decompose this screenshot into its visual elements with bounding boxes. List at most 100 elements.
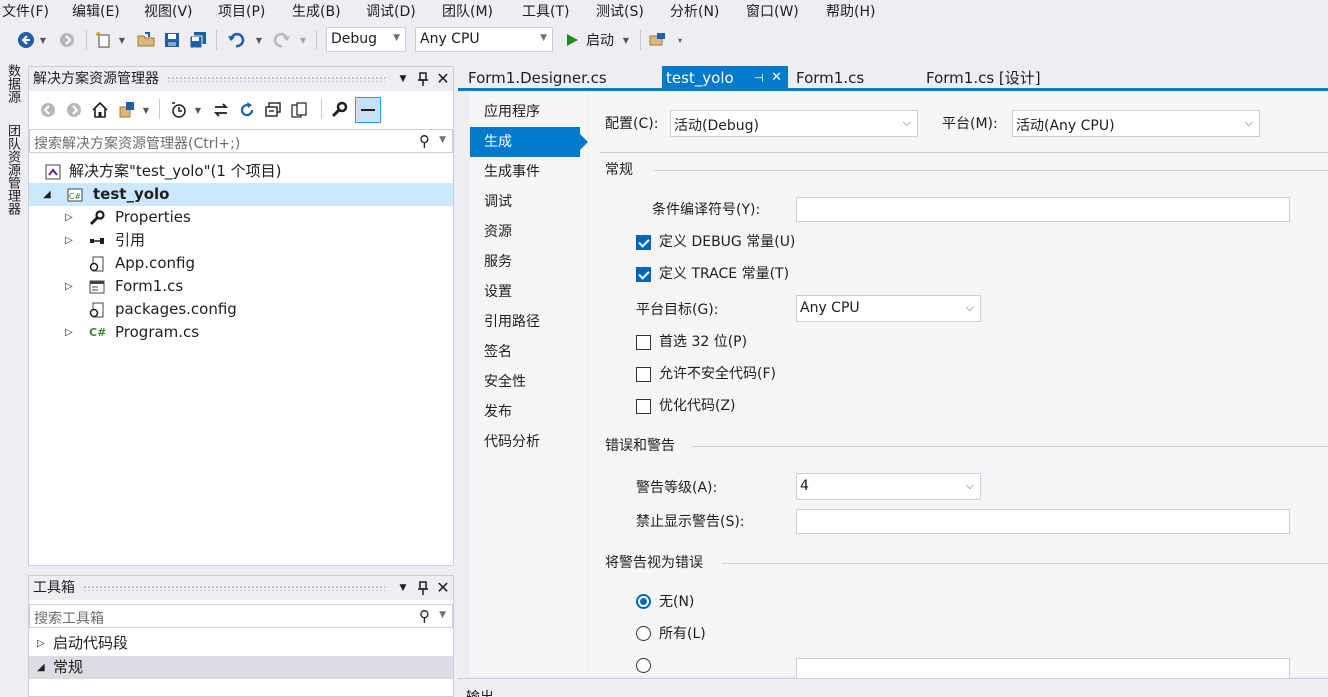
toolbox-group-startup-snippets[interactable]: ▷ 启动代码段 (29, 632, 453, 655)
treat-warnings-specific-radio[interactable] (636, 658, 651, 673)
home-icon[interactable] (89, 99, 111, 121)
optimize-code-checkbox[interactable] (636, 399, 651, 414)
save-icon[interactable] (160, 29, 184, 51)
chevron-down-icon[interactable]: ▼ (254, 29, 264, 51)
forward-icon[interactable] (63, 99, 85, 121)
menu-view[interactable]: 视图(V) (144, 3, 193, 21)
menu-analyze[interactable]: 分析(N) (670, 3, 719, 21)
tree-item-packages-config[interactable]: packages.config (29, 298, 453, 321)
menu-test[interactable]: 测试(S) (596, 3, 644, 21)
back-icon[interactable] (37, 99, 59, 121)
collapsed-arrow-icon[interactable]: ▷ (65, 206, 73, 229)
tree-item-references[interactable]: ▷ 引用 (29, 229, 453, 252)
menu-file[interactable]: 文件(F) (2, 3, 49, 21)
platform-select[interactable]: 活动(Any CPU) ⌵ (1012, 110, 1260, 137)
nav-item-application[interactable]: 应用程序 (470, 97, 587, 127)
window-position-dropdown-icon[interactable]: ▼ (393, 576, 413, 600)
menu-edit[interactable]: 编辑(E) (72, 3, 120, 21)
nav-item-settings[interactable]: 设置 (470, 277, 587, 307)
window-position-dropdown-icon[interactable]: ▼ (393, 67, 413, 91)
show-all-files-icon[interactable] (287, 99, 311, 121)
nav-item-publish[interactable]: 发布 (470, 397, 587, 427)
solution-explorer-search-input[interactable]: 搜索解决方案资源管理器(Ctrl+;) ⚲ ▼ (29, 129, 453, 153)
allow-unsafe-checkbox[interactable] (636, 367, 651, 382)
menu-team[interactable]: 团队(M) (442, 3, 493, 21)
collapsed-arrow-icon[interactable]: ▷ (65, 229, 73, 252)
menu-tools[interactable]: 工具(T) (522, 3, 569, 21)
treat-warnings-all-radio[interactable] (636, 626, 651, 641)
suppress-warnings-input[interactable] (796, 509, 1290, 534)
treat-warnings-none-radio[interactable] (636, 594, 651, 609)
conditional-symbols-input[interactable] (796, 197, 1290, 222)
new-project-icon[interactable] (92, 29, 116, 51)
chevron-down-icon[interactable]: ▼ (117, 29, 127, 51)
menu-build[interactable]: 生成(B) (292, 3, 341, 21)
sync-icon[interactable] (209, 99, 233, 121)
define-trace-checkbox[interactable] (636, 267, 651, 282)
chevron-down-icon[interactable]: ▼ (298, 29, 308, 51)
config-select[interactable]: 活动(Debug) ⌵ (670, 110, 918, 137)
collapsed-arrow-icon[interactable]: ▷ (65, 275, 73, 298)
solution-platform-select[interactable]: Any CPU ▼ (415, 27, 553, 52)
undo-icon[interactable] (224, 29, 248, 51)
toolbox-group-general[interactable]: ◢ 常规 (29, 656, 453, 679)
nav-item-debug[interactable]: 调试 (470, 187, 587, 217)
menu-project[interactable]: 项目(P) (218, 3, 265, 21)
nav-item-reference-paths[interactable]: 引用路径 (470, 307, 587, 337)
pending-changes-filter-icon[interactable] (167, 99, 191, 121)
tree-item-project[interactable]: ◢ C# test_yolo (29, 183, 453, 206)
expanded-arrow-icon[interactable]: ◢ (37, 656, 45, 679)
pin-icon[interactable]: ⊣ (754, 66, 764, 90)
play-icon[interactable] (562, 29, 582, 51)
switch-views-icon[interactable] (115, 99, 139, 121)
close-icon[interactable]: ✕ (771, 66, 782, 90)
nav-item-resources[interactable]: 资源 (470, 217, 587, 247)
chevron-down-icon[interactable]: ▼ (620, 29, 632, 51)
expanded-arrow-icon[interactable]: ◢ (43, 183, 51, 206)
browser-link-icon[interactable] (646, 29, 670, 51)
close-icon[interactable]: ✕ (433, 67, 453, 91)
chevron-down-icon[interactable]: ▼ (141, 99, 151, 121)
tree-item-app-config[interactable]: App.config (29, 252, 453, 275)
forward-icon[interactable] (56, 29, 78, 51)
data-sources-tab[interactable]: 数据源 (3, 64, 22, 103)
preview-selected-items-icon[interactable] (355, 97, 381, 123)
tab-test-yolo[interactable]: test_yolo ⊣ ✕ (662, 66, 788, 90)
toolbar-overflow-icon[interactable]: ▾ (674, 29, 686, 51)
tab-form1-designer-cs[interactable]: Form1.Designer.cs (464, 66, 611, 90)
menu-window[interactable]: 窗口(W) (746, 3, 799, 21)
tree-item-form1[interactable]: ▷ Form1.cs (29, 275, 453, 298)
collapsed-arrow-icon[interactable]: ▷ (37, 632, 45, 655)
warning-level-select[interactable]: 4 ⌵ (796, 473, 981, 500)
close-icon[interactable]: ✕ (433, 576, 453, 600)
platform-target-select[interactable]: Any CPU ⌵ (796, 295, 981, 322)
nav-item-signing[interactable]: 签名 (470, 337, 587, 367)
nav-item-services[interactable]: 服务 (470, 247, 587, 277)
start-button[interactable]: 启动 (586, 30, 614, 50)
tree-item-solution[interactable]: 解决方案"test_yolo"(1 个项目) (29, 160, 453, 183)
open-folder-icon[interactable] (134, 29, 158, 51)
team-explorer-tab[interactable]: 团队资源管理器 (3, 124, 22, 215)
collapsed-arrow-icon[interactable]: ▷ (65, 321, 73, 344)
toolbox-search-input[interactable]: 搜索工具箱 ⚲ ▼ (29, 604, 453, 628)
menu-help[interactable]: 帮助(H) (826, 3, 875, 21)
prefer-32bit-checkbox[interactable] (636, 335, 651, 350)
output-tab[interactable]: 输出 (466, 687, 494, 697)
pin-icon[interactable] (413, 72, 433, 86)
nav-item-security[interactable]: 安全性 (470, 367, 587, 397)
tree-item-properties[interactable]: ▷ Properties (29, 206, 453, 229)
nav-item-build-events[interactable]: 生成事件 (470, 157, 587, 187)
back-icon[interactable] (14, 29, 38, 51)
save-all-icon[interactable] (186, 29, 210, 51)
menu-debug[interactable]: 调试(D) (366, 3, 416, 21)
tab-form1-cs-design[interactable]: Form1.cs [设计] (922, 66, 1045, 90)
pin-icon[interactable] (413, 581, 433, 595)
define-debug-checkbox[interactable] (636, 235, 651, 250)
collapse-all-icon[interactable] (261, 99, 285, 121)
tab-form1-cs[interactable]: Form1.cs (792, 66, 868, 90)
properties-wrench-icon[interactable] (327, 99, 351, 121)
nav-item-code-analysis[interactable]: 代码分析 (470, 427, 587, 457)
solution-config-select[interactable]: Debug ▼ (326, 27, 406, 52)
redo-icon[interactable] (270, 29, 294, 51)
chevron-down-icon[interactable]: ▼ (193, 99, 203, 121)
